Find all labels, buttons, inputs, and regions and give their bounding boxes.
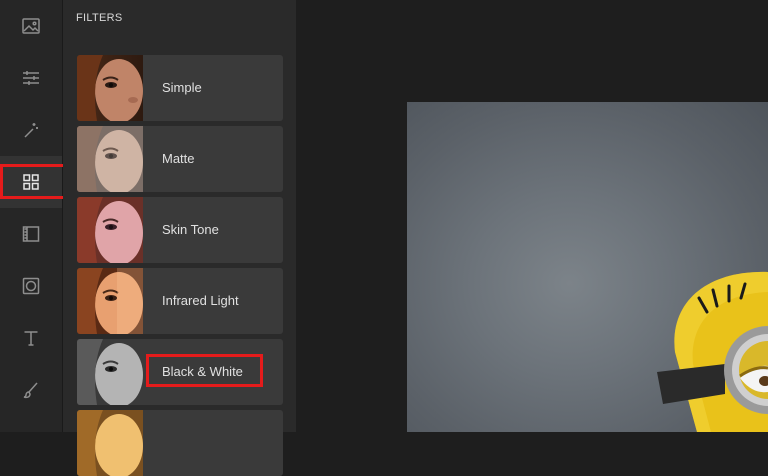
filter-label: Infrared Light [162,293,239,308]
filter-thumbnail [77,197,143,263]
filter-thumbnail [77,126,143,192]
tool-sidebar [0,0,63,432]
adjustments-icon [23,71,39,85]
image-icon [22,18,40,34]
magic-tool-button[interactable] [0,104,62,156]
filter-thumbnail [77,339,143,405]
filters-panel: FILTERS Simple Matte Skin Tone Infrared … [63,0,296,476]
vignette-tool-button[interactable] [0,260,62,312]
filter-partial[interactable] [77,410,283,476]
panel-title: FILTERS [76,12,123,24]
filter-black-white[interactable]: Black & White [77,339,283,405]
filter-thumbnail [77,268,143,334]
filter-label: Matte [162,151,195,166]
photo-preview[interactable] [407,102,768,432]
frame-tool-button[interactable] [0,208,62,260]
brush-icon [23,382,38,399]
filter-label: Black & White [162,364,243,379]
brush-tool-button[interactable] [0,364,62,416]
filter-simple[interactable]: Simple [77,55,283,121]
adjust-tool-button[interactable] [0,52,62,104]
filter-thumbnail [77,410,143,476]
vignette-icon [22,277,40,295]
magic-wand-icon [24,123,38,138]
image-tool-button[interactable] [0,0,62,52]
filter-label: Skin Tone [162,222,219,237]
text-icon [24,331,38,346]
filter-label: Simple [162,80,202,95]
minion-figure [657,271,768,432]
filter-infrared-light[interactable]: Infrared Light [77,268,283,334]
frame-icon [22,226,40,242]
filter-skin-tone[interactable]: Skin Tone [77,197,283,263]
canvas-area [297,0,768,432]
text-tool-button[interactable] [0,312,62,364]
filter-matte[interactable]: Matte [77,126,283,192]
filters-tool-button[interactable] [0,156,62,208]
filters-grid-icon [23,174,39,190]
filter-thumbnail [77,55,143,121]
